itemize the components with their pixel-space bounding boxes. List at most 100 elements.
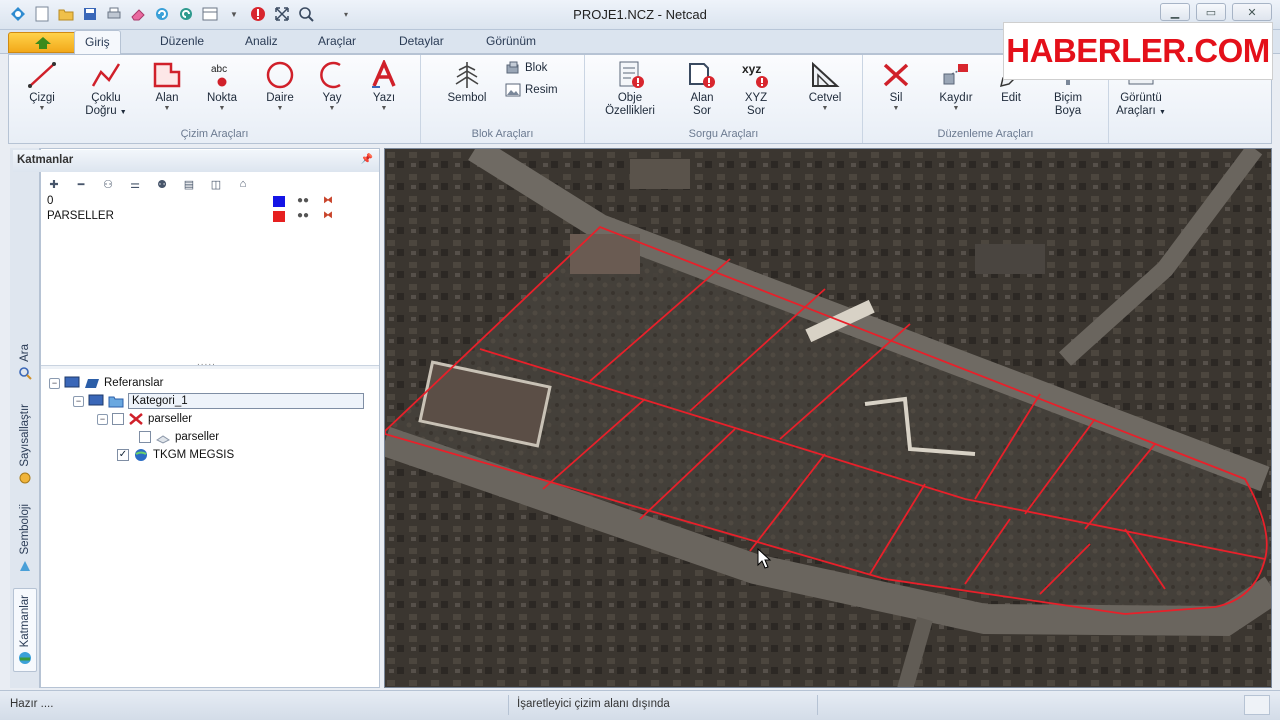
daire-button[interactable]: Daire ▼ — [255, 60, 305, 113]
polyline-tool-icon — [91, 63, 121, 87]
kaydir-dropdown-icon: ▼ — [952, 105, 960, 112]
yazi-dropdown-icon: ▼ — [380, 105, 388, 112]
status-indicator — [1244, 695, 1270, 715]
pin-icon[interactable]: 📌 — [361, 154, 373, 165]
sil-label: Sil — [889, 92, 903, 104]
layer-checkbox[interactable] — [112, 413, 124, 425]
sembol-button[interactable]: Sembol — [437, 60, 497, 105]
map-canvas[interactable] — [384, 148, 1272, 688]
layer-checkbox[interactable] — [139, 431, 151, 443]
bicim-label-2: Boya — [1054, 105, 1082, 117]
tree-label: TKGM MEGSIS — [153, 449, 235, 461]
kaydir-label: Kaydır — [939, 92, 973, 104]
tab-araclar[interactable]: Araçlar — [318, 34, 356, 48]
building — [975, 244, 1045, 274]
panel-splitter[interactable] — [41, 357, 379, 369]
layer-filter-icon[interactable]: ◫ — [207, 177, 225, 191]
layer-name: PARSELLER — [47, 210, 114, 222]
side-tab-ara-label: Ara — [19, 344, 31, 362]
tree-label: parseller — [148, 413, 193, 425]
hide-all-icon[interactable]: ⚌ — [126, 177, 144, 191]
coklu-label-1: Çoklu — [91, 92, 121, 104]
cizgi-label: Çizgi — [29, 92, 55, 104]
xyz-label-2: Sor — [747, 105, 765, 117]
tree-node-parseller[interactable]: parseller — [139, 429, 219, 445]
nokta-button[interactable]: abc Nokta ▼ — [197, 60, 247, 113]
obje-ozellikleri-button[interactable]: Obje Özellikleri — [597, 60, 663, 118]
application-menu-button[interactable] — [8, 32, 78, 53]
delete-icon — [883, 63, 909, 87]
alan-button[interactable]: Alan ▼ — [142, 60, 192, 113]
remove-layer-icon[interactable]: ━ — [72, 177, 90, 191]
line-tool-icon — [28, 62, 56, 88]
close-button[interactable]: ✕ — [1232, 3, 1272, 21]
alan-sor-button[interactable]: Alan Sor — [677, 60, 727, 118]
sorgu-group-label: Sorgu Araçları — [688, 128, 759, 140]
yay-button[interactable]: Yay ▼ — [307, 60, 357, 113]
monitor-icon — [64, 376, 80, 388]
status-cursor-text: İşaretleyici çizim alanı dışında — [508, 695, 818, 715]
layer-row[interactable]: PARSELLER ●● ⧓ — [47, 210, 347, 224]
netcad-window: ▼ ▾ PROJE1.NCZ - Netcad ▁ ▭ ✕ Giriş Düze… — [0, 0, 1280, 720]
tab-duzenle[interactable]: Düzenle — [160, 34, 204, 48]
xyz-sor-button[interactable]: xyz XYZ Sor — [731, 60, 781, 118]
tree-node-referanslar[interactable]: − Referanslar — [49, 375, 163, 391]
xyz-label-1: XYZ — [744, 92, 768, 104]
layers-icon — [19, 652, 31, 665]
ruler-icon — [812, 61, 840, 87]
blok-group-label: Blok Araçları — [471, 128, 534, 140]
layer-color-swatch[interactable] — [273, 211, 285, 222]
collapse-icon[interactable]: − — [97, 413, 108, 425]
lock-icon[interactable]: ⧓ — [323, 195, 333, 206]
side-tab-sayisallastir[interactable]: Sayısallaştır — [13, 404, 37, 485]
layers-panel: Katmanlar 📌 ✚ ━ ⚇ ⚌ ⚉ ▤ ◫ ⌂ 0 ●● ⧓ PARSE… — [13, 148, 380, 688]
side-tab-katmanlar[interactable]: Katmanlar — [13, 588, 37, 673]
minimize-button[interactable]: ▁ — [1160, 3, 1190, 21]
collapse-icon[interactable]: − — [49, 377, 60, 389]
tab-gorunum[interactable]: Görünüm — [486, 34, 536, 48]
alan-sor-label-1: Alan — [690, 92, 714, 104]
layer-row[interactable]: 0 ●● ⧓ — [47, 195, 347, 209]
tab-analiz[interactable]: Analiz — [245, 34, 278, 48]
collapse-icon[interactable]: − — [73, 395, 84, 407]
lock-icon[interactable]: ⧓ — [323, 210, 333, 221]
alan-label: Alan — [155, 92, 179, 104]
sil-button[interactable]: Sil ▼ — [871, 60, 921, 113]
circle-tool-icon — [266, 61, 294, 89]
blok-button[interactable]: Blok — [505, 61, 547, 75]
cizgi-button[interactable]: Çizgi ▼ — [17, 60, 67, 113]
tab-detaylar[interactable]: Detaylar — [399, 34, 444, 48]
resim-button[interactable]: Resim — [505, 83, 558, 97]
coklu-dropdown-icon: ▼ — [119, 109, 127, 116]
visibility-icon[interactable]: ●● — [297, 210, 309, 221]
tree-node-parseller-group[interactable]: − parseller — [97, 411, 192, 427]
add-layer-icon[interactable]: ✚ — [45, 177, 63, 191]
obje-label-2: Özellikleri — [605, 105, 655, 117]
tree-node-tkgm[interactable]: ✓ TKGM MEGSIS — [117, 447, 234, 463]
yazi-button[interactable]: Yazı ▼ — [359, 60, 409, 113]
layer-item-icon — [156, 435, 170, 444]
xyz-query-icon: xyz — [742, 62, 768, 88]
layer-color-swatch[interactable] — [273, 196, 285, 207]
layer-checkbox[interactable]: ✓ — [117, 449, 129, 461]
coklu-dogru-button[interactable]: Çoklu Doğru ▼ — [75, 60, 137, 119]
show-all-icon[interactable]: ⚇ — [99, 177, 117, 191]
maximize-button[interactable]: ▭ — [1196, 3, 1226, 21]
tree-node-kategori[interactable]: − Kategori_1 — [73, 393, 364, 409]
cetvel-dropdown-icon: ▼ — [821, 105, 829, 112]
side-tab-semboloji[interactable]: Semboloji — [13, 504, 37, 573]
cetvel-button[interactable]: Cetvel ▼ — [797, 60, 853, 113]
area-query-icon — [689, 63, 715, 88]
tab-giris[interactable]: Giriş — [74, 30, 121, 55]
text-tool-icon — [372, 60, 396, 88]
kaydir-button[interactable]: Kaydır ▼ — [931, 60, 981, 113]
layer-properties-icon[interactable]: ▤ — [180, 177, 198, 191]
globe-icon — [135, 449, 147, 461]
side-tab-ara[interactable]: Ara — [13, 344, 37, 380]
invert-visibility-icon[interactable]: ⚉ — [153, 177, 171, 191]
layer-lock-icon[interactable]: ⌂ — [234, 177, 252, 191]
kategori-name-field[interactable]: Kategori_1 — [128, 393, 364, 409]
visibility-icon[interactable]: ●● — [297, 195, 309, 206]
app-menu-icon — [35, 36, 51, 49]
tree-symbol-icon — [455, 62, 479, 88]
